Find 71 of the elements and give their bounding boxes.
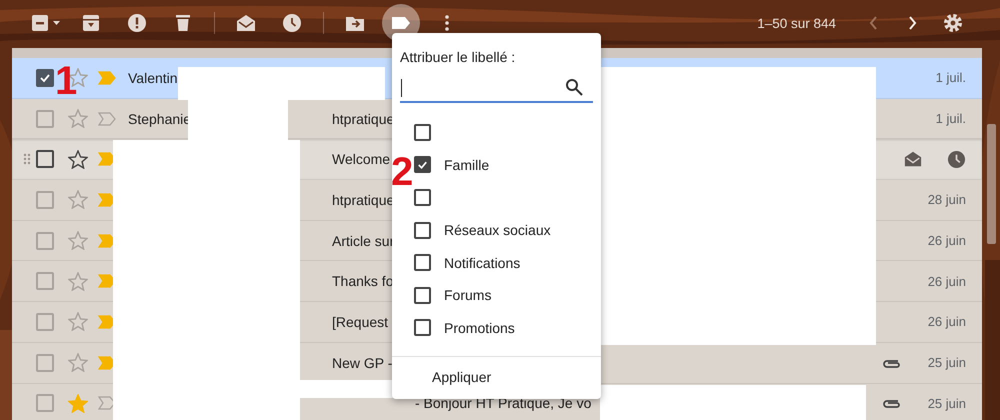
star-outline-icon[interactable] (68, 353, 88, 372)
email-date: 26 juin (926, 274, 966, 289)
email-date: 1 juil. (934, 111, 966, 126)
sender-name: Valentin (128, 70, 178, 86)
label-name[interactable]: Notifications (444, 254, 520, 271)
star-outline-icon[interactable] (68, 231, 88, 250)
marker-outline-icon[interactable] (98, 112, 116, 126)
email-date: 25 juin (926, 396, 966, 411)
email-date: 25 juin (926, 355, 966, 370)
checkbox[interactable] (36, 354, 54, 372)
checkbox[interactable] (36, 232, 54, 250)
star-outline-icon[interactable] (68, 109, 88, 128)
email-subject: New GP - (332, 354, 392, 371)
star-filled-icon[interactable] (68, 394, 88, 413)
label-name[interactable]: Forums (444, 287, 492, 304)
star-outline-icon[interactable] (68, 150, 88, 169)
label-name[interactable]: Famille (444, 156, 490, 173)
sender-name: Stephanie (128, 110, 192, 127)
clock-icon[interactable] (282, 13, 302, 33)
mark-as-read-icon[interactable] (903, 150, 923, 168)
important-marker-icon[interactable] (98, 70, 116, 85)
page-range: 1–50 sur 844 (757, 16, 836, 30)
annotation-number: 2 (391, 152, 414, 192)
email-subject: [Request (332, 314, 388, 330)
important-marker-icon[interactable] (98, 314, 116, 329)
important-marker-icon[interactable] (98, 152, 116, 166)
email-subject: htpratique (332, 110, 394, 127)
email-subject: Welcome (332, 151, 390, 168)
search-icon[interactable] (565, 78, 583, 96)
label-checkbox[interactable] (414, 286, 431, 304)
email-subject: Article sur (332, 232, 394, 249)
important-marker-icon[interactable] (98, 192, 116, 207)
apply-button[interactable]: Appliquer (432, 369, 492, 386)
archive-icon[interactable] (81, 13, 101, 33)
snooze-icon[interactable] (947, 150, 966, 169)
label-name[interactable]: Réseaux sociaux (444, 222, 551, 238)
star-outline-icon[interactable] (68, 272, 88, 291)
important-marker-icon[interactable] (98, 274, 116, 288)
label-checkbox[interactable] (414, 222, 431, 239)
more-icon[interactable] (444, 13, 450, 33)
open-envelope-icon[interactable] (235, 13, 257, 33)
trash-icon[interactable] (173, 13, 193, 33)
email-date: 28 juin (926, 192, 966, 208)
label-checkbox[interactable] (414, 188, 431, 206)
label-checkbox[interactable] (414, 124, 431, 141)
marker-outline-icon[interactable] (98, 396, 116, 410)
checkbox[interactable] (36, 312, 54, 331)
exclamation-circle-icon[interactable] (127, 13, 147, 33)
chevron-right-icon[interactable] (908, 15, 918, 31)
email-date: 26 juin (926, 314, 966, 330)
important-marker-icon[interactable] (98, 356, 116, 370)
checkbox[interactable] (36, 272, 54, 290)
email-date: 26 juin (926, 233, 966, 248)
important-marker-icon[interactable] (98, 234, 116, 248)
email-subject: htpratique (332, 192, 394, 208)
select-all-icon[interactable] (31, 13, 61, 33)
star-outline-icon[interactable] (68, 190, 88, 210)
checkbox[interactable] (36, 394, 54, 412)
menu-title: Attribuer le libellé : (400, 49, 516, 65)
annotation-number: 1 (55, 61, 78, 101)
checkbox[interactable] (36, 110, 54, 128)
gear-icon[interactable] (943, 13, 963, 33)
label-checkbox[interactable] (414, 319, 431, 336)
scrollbar[interactable] (987, 124, 996, 244)
label-name[interactable]: Promotions (444, 320, 515, 336)
checkbox[interactable] (36, 150, 54, 168)
label-checkbox[interactable] (414, 254, 431, 272)
drag-handle-icon[interactable] (23, 153, 31, 166)
email-date: 1 juil. (934, 70, 966, 86)
star-outline-icon[interactable] (68, 312, 88, 332)
checkbox[interactable] (36, 190, 54, 209)
